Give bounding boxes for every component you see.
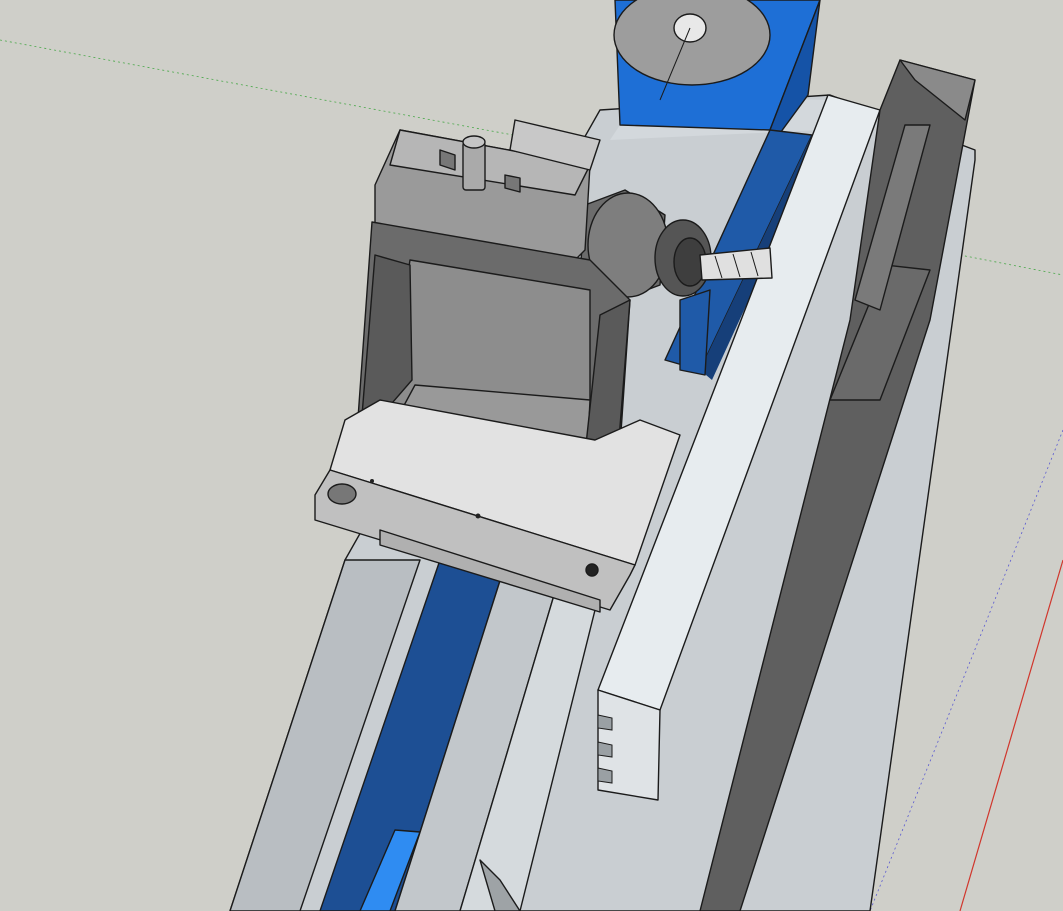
vise-pin xyxy=(462,141,486,191)
vise-pin-top xyxy=(462,135,486,149)
bar-notch-2 xyxy=(597,741,613,758)
plate-hole xyxy=(585,563,599,577)
bar-notch-3 xyxy=(597,767,613,784)
3d-scene[interactable] xyxy=(0,0,1063,911)
green-axis-line xyxy=(0,39,541,141)
plate-hole-small xyxy=(475,513,481,519)
red-axis-line xyxy=(959,559,1063,911)
plate-hole-small-2 xyxy=(370,479,374,483)
green-axis-line-right xyxy=(959,254,1063,276)
chuck-support xyxy=(679,289,711,376)
bar-notch-1 xyxy=(597,714,613,731)
model-viewport[interactable] xyxy=(0,0,1063,911)
plate-bolt xyxy=(327,483,357,505)
